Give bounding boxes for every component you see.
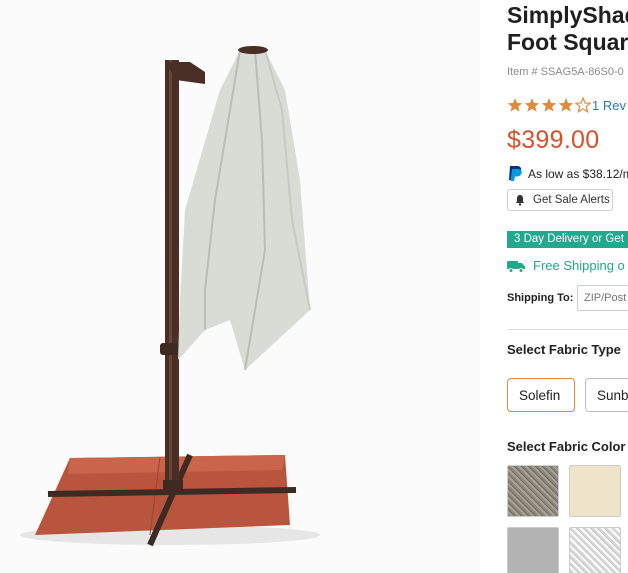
fabric-color-swatch-taupe[interactable] xyxy=(507,465,559,517)
fabric-color-swatch-white-weave[interactable] xyxy=(569,527,621,573)
fabric-color-swatch-beige[interactable] xyxy=(569,465,621,517)
cantilever-umbrella-image xyxy=(0,0,480,573)
fabric-color-swatch-grey[interactable] xyxy=(507,527,559,573)
product-info-panel: SimplyShade Foot Square Item # SSAG5A-86… xyxy=(507,0,628,573)
product-image xyxy=(0,0,480,573)
star-empty-icon xyxy=(575,97,591,113)
free-shipping-text: Free Shipping o xyxy=(533,258,625,273)
paypal-financing[interactable]: As low as $38.12/m xyxy=(507,165,628,182)
rating-stars xyxy=(507,97,591,113)
paypal-text: As low as $38.12/m xyxy=(528,166,628,181)
sale-alert-label: Get Sale Alerts xyxy=(533,194,610,206)
product-title: SimplyShade Foot Square xyxy=(507,2,628,56)
product-title-line2: Foot Square xyxy=(507,29,628,55)
product-price: $399.00 xyxy=(507,126,600,154)
fabric-type-sunbrella-button[interactable]: Sunb xyxy=(585,378,628,412)
free-shipping: Free Shipping o xyxy=(507,258,625,273)
zip-code-input[interactable] xyxy=(577,285,628,311)
delivery-banner: 3 Day Delivery or Get xyxy=(507,231,628,248)
shipping-to-label: Shipping To: xyxy=(507,292,574,304)
bell-icon xyxy=(515,195,525,206)
star-filled-icon xyxy=(541,98,557,112)
divider xyxy=(507,329,628,330)
star-filled-icon xyxy=(558,98,574,112)
product-title-line1: SimplyShade xyxy=(507,2,628,28)
fabric-color-label: Select Fabric Color xyxy=(507,439,626,454)
product-rating: 1 Rev xyxy=(507,96,626,114)
star-filled-icon xyxy=(524,98,540,112)
fabric-type-label: Select Fabric Type xyxy=(507,342,621,357)
reviews-link[interactable]: 1 Rev xyxy=(592,98,626,113)
item-number: Item # SSAG5A-86S0-0 xyxy=(507,66,624,78)
sale-alert-button[interactable]: Get Sale Alerts xyxy=(507,189,613,211)
paypal-icon xyxy=(509,166,522,181)
star-filled-icon xyxy=(507,98,523,112)
truck-icon xyxy=(507,260,525,273)
fabric-type-solefin-button[interactable]: Solefin xyxy=(507,378,575,412)
